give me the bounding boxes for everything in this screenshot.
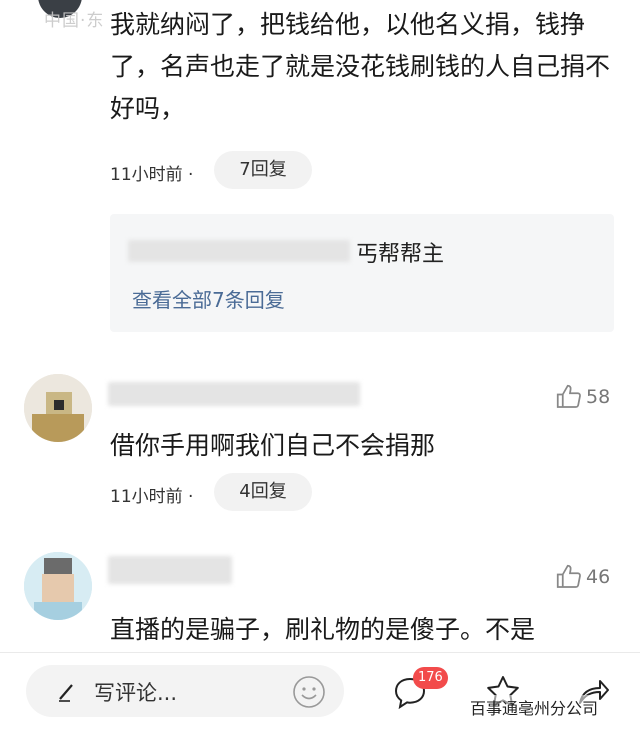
like-count: 58 [586, 386, 611, 408]
blurred-username [108, 556, 232, 584]
comment-count-badge: 176 [413, 667, 448, 689]
blurred-username [128, 240, 350, 262]
reply-count-button[interactable]: 7回复 [214, 151, 312, 189]
bottom-bar: 写评论... 176 百事通亳州分公司 [0, 652, 640, 732]
comment-time: 11小时前 · [110, 165, 194, 185]
pen-icon [59, 684, 73, 702]
emoji-icon[interactable] [292, 675, 326, 709]
comment-text: 我就纳闷了，把钱给他，以他名义捐，钱挣了，名声也走了就是没花钱刷钱的人自己捐不好… [110, 10, 611, 123]
avatar[interactable] [24, 374, 92, 442]
reply-count-button[interactable]: 4回复 [214, 473, 312, 511]
comment-time: 11小时前 · [110, 487, 194, 507]
blurred-username [108, 382, 360, 406]
watermark: 百事通亳州分公司 [470, 695, 599, 719]
watermark: 中国·东 [44, 11, 105, 31]
thumbs-up-icon [556, 384, 581, 408]
comment-input-placeholder: 写评论... [94, 681, 178, 705]
avatar[interactable] [24, 552, 92, 620]
comment-text: 直播的是骗子，刷礼物的是傻子。不是 [110, 615, 536, 644]
comment-input[interactable]: 写评论... [26, 665, 344, 717]
reply-preview[interactable]: 丐帮帮主 查看全部7条回复 [110, 214, 614, 332]
thumbs-up-icon [556, 564, 581, 588]
like-count: 46 [586, 566, 611, 588]
like-button[interactable]: 58 [554, 382, 610, 412]
reply-author: 丐帮帮主 [356, 242, 445, 267]
like-button[interactable]: 46 [554, 562, 610, 592]
comment-text: 借你手用啊我们自己不会捐那 [110, 431, 436, 460]
view-all-replies-link[interactable]: 查看全部7条回复 [132, 284, 285, 313]
